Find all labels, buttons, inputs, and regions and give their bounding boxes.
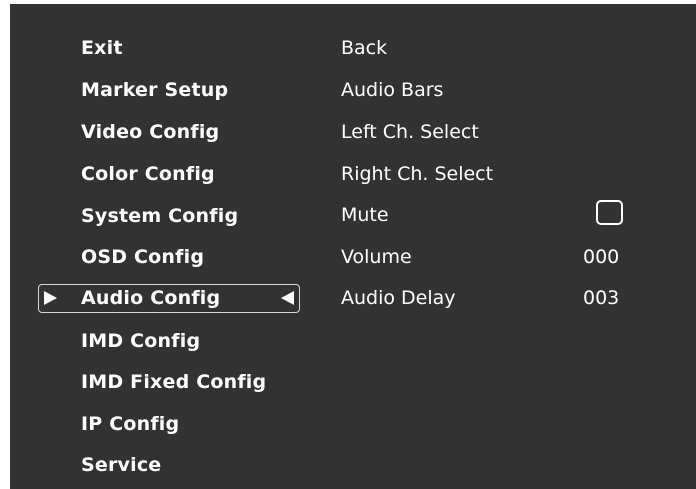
selection-arrow-right-icon [44,291,57,305]
submenu-item-right-ch-select[interactable]: Right Ch. Select [341,159,493,189]
menu-item-imd-config[interactable]: IMD Config [81,326,200,356]
menu-item-system-config[interactable]: System Config [81,201,238,231]
menu-item-color-config[interactable]: Color Config [81,159,215,189]
submenu-item-volume[interactable]: Volume [341,242,412,272]
submenu-item-left-ch-select[interactable]: Left Ch. Select [341,117,479,147]
menu-item-marker-setup[interactable]: Marker Setup [81,75,228,105]
menu-item-imd-fixed-config[interactable]: IMD Fixed Config [81,367,266,397]
volume-value: 000 [583,246,620,268]
menu-item-osd-config[interactable]: OSD Config [81,242,204,272]
menu-item-audio-config[interactable]: Audio Config [81,283,220,313]
mute-checkbox[interactable] [596,200,623,225]
osd-menu-panel: Exit Marker Setup Video Config Color Con… [10,4,696,489]
menu-item-exit[interactable]: Exit [81,33,123,63]
menu-item-service[interactable]: Service [81,450,161,480]
submenu-item-audio-bars[interactable]: Audio Bars [341,75,443,105]
audio-delay-value: 003 [583,287,620,309]
menu-item-video-config[interactable]: Video Config [81,117,219,147]
selection-arrow-left-icon [281,291,294,305]
submenu-item-mute[interactable]: Mute [341,200,389,230]
menu-item-ip-config[interactable]: IP Config [81,409,179,439]
submenu-item-back[interactable]: Back [341,33,387,63]
submenu-item-audio-delay[interactable]: Audio Delay [341,283,456,313]
